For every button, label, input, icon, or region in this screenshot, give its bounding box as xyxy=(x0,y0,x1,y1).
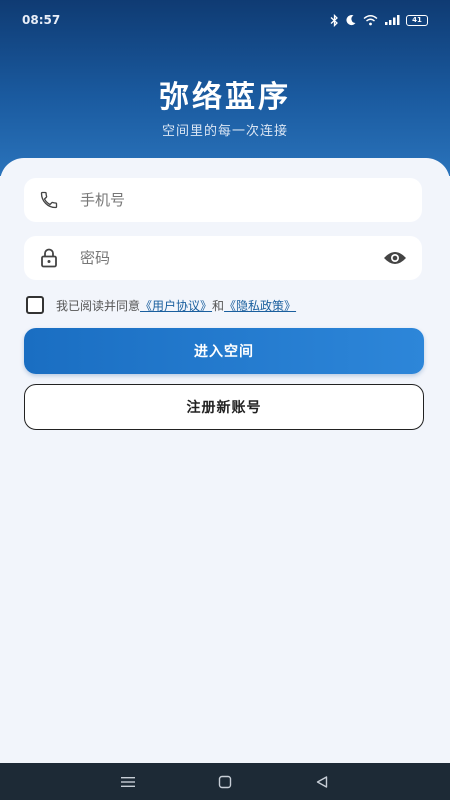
app-subtitle: 空间里的每一次连接 xyxy=(161,124,288,139)
register-button[interactable]: 注册新账号 xyxy=(24,384,424,430)
menu-icon[interactable] xyxy=(116,770,140,794)
login-screen: 08:57 41 弥络蓝序 空间里的每一次连接 手机号 我已阅读并同意 《用户协… xyxy=(0,0,450,800)
back-triangle-icon[interactable] xyxy=(310,770,334,794)
phone-input[interactable] xyxy=(80,191,408,209)
lock-icon xyxy=(38,247,60,269)
agreement-prefix: 我已阅读并同意 xyxy=(56,298,141,313)
moon-icon xyxy=(345,14,357,26)
password-input[interactable] xyxy=(80,249,382,267)
phone-icon xyxy=(38,189,60,211)
login-button[interactable]: 进入空间 xyxy=(24,328,424,374)
eye-icon[interactable] xyxy=(382,247,408,269)
signal-icon xyxy=(384,14,400,26)
agreement-row: 我已阅读并同意 《用户协议》 和 《隐私政策》 xyxy=(26,296,296,314)
bluetooth-icon xyxy=(330,13,339,27)
status-time: 08:57 xyxy=(22,13,61,27)
app-title: 弥络蓝序 xyxy=(159,80,291,115)
battery-icon: 41 xyxy=(406,14,428,26)
agreement-checkbox[interactable] xyxy=(26,296,44,314)
wifi-icon xyxy=(363,14,378,26)
privacy-policy-link[interactable]: 《隐私政策》 xyxy=(224,297,296,314)
password-field[interactable] xyxy=(24,236,422,280)
status-icons: 41 xyxy=(330,13,428,27)
system-nav-bar xyxy=(0,763,450,800)
user-agreement-link[interactable]: 《用户协议》 xyxy=(140,297,212,314)
phone-field[interactable] xyxy=(24,178,422,222)
home-square-icon[interactable] xyxy=(213,770,237,794)
agreement-conjunction: 和 xyxy=(212,298,225,313)
login-card: 我已阅读并同意 《用户协议》 和 《隐私政策》 进入空间 注册新账号 xyxy=(0,158,450,763)
status-bar: 08:57 41 xyxy=(0,0,450,40)
